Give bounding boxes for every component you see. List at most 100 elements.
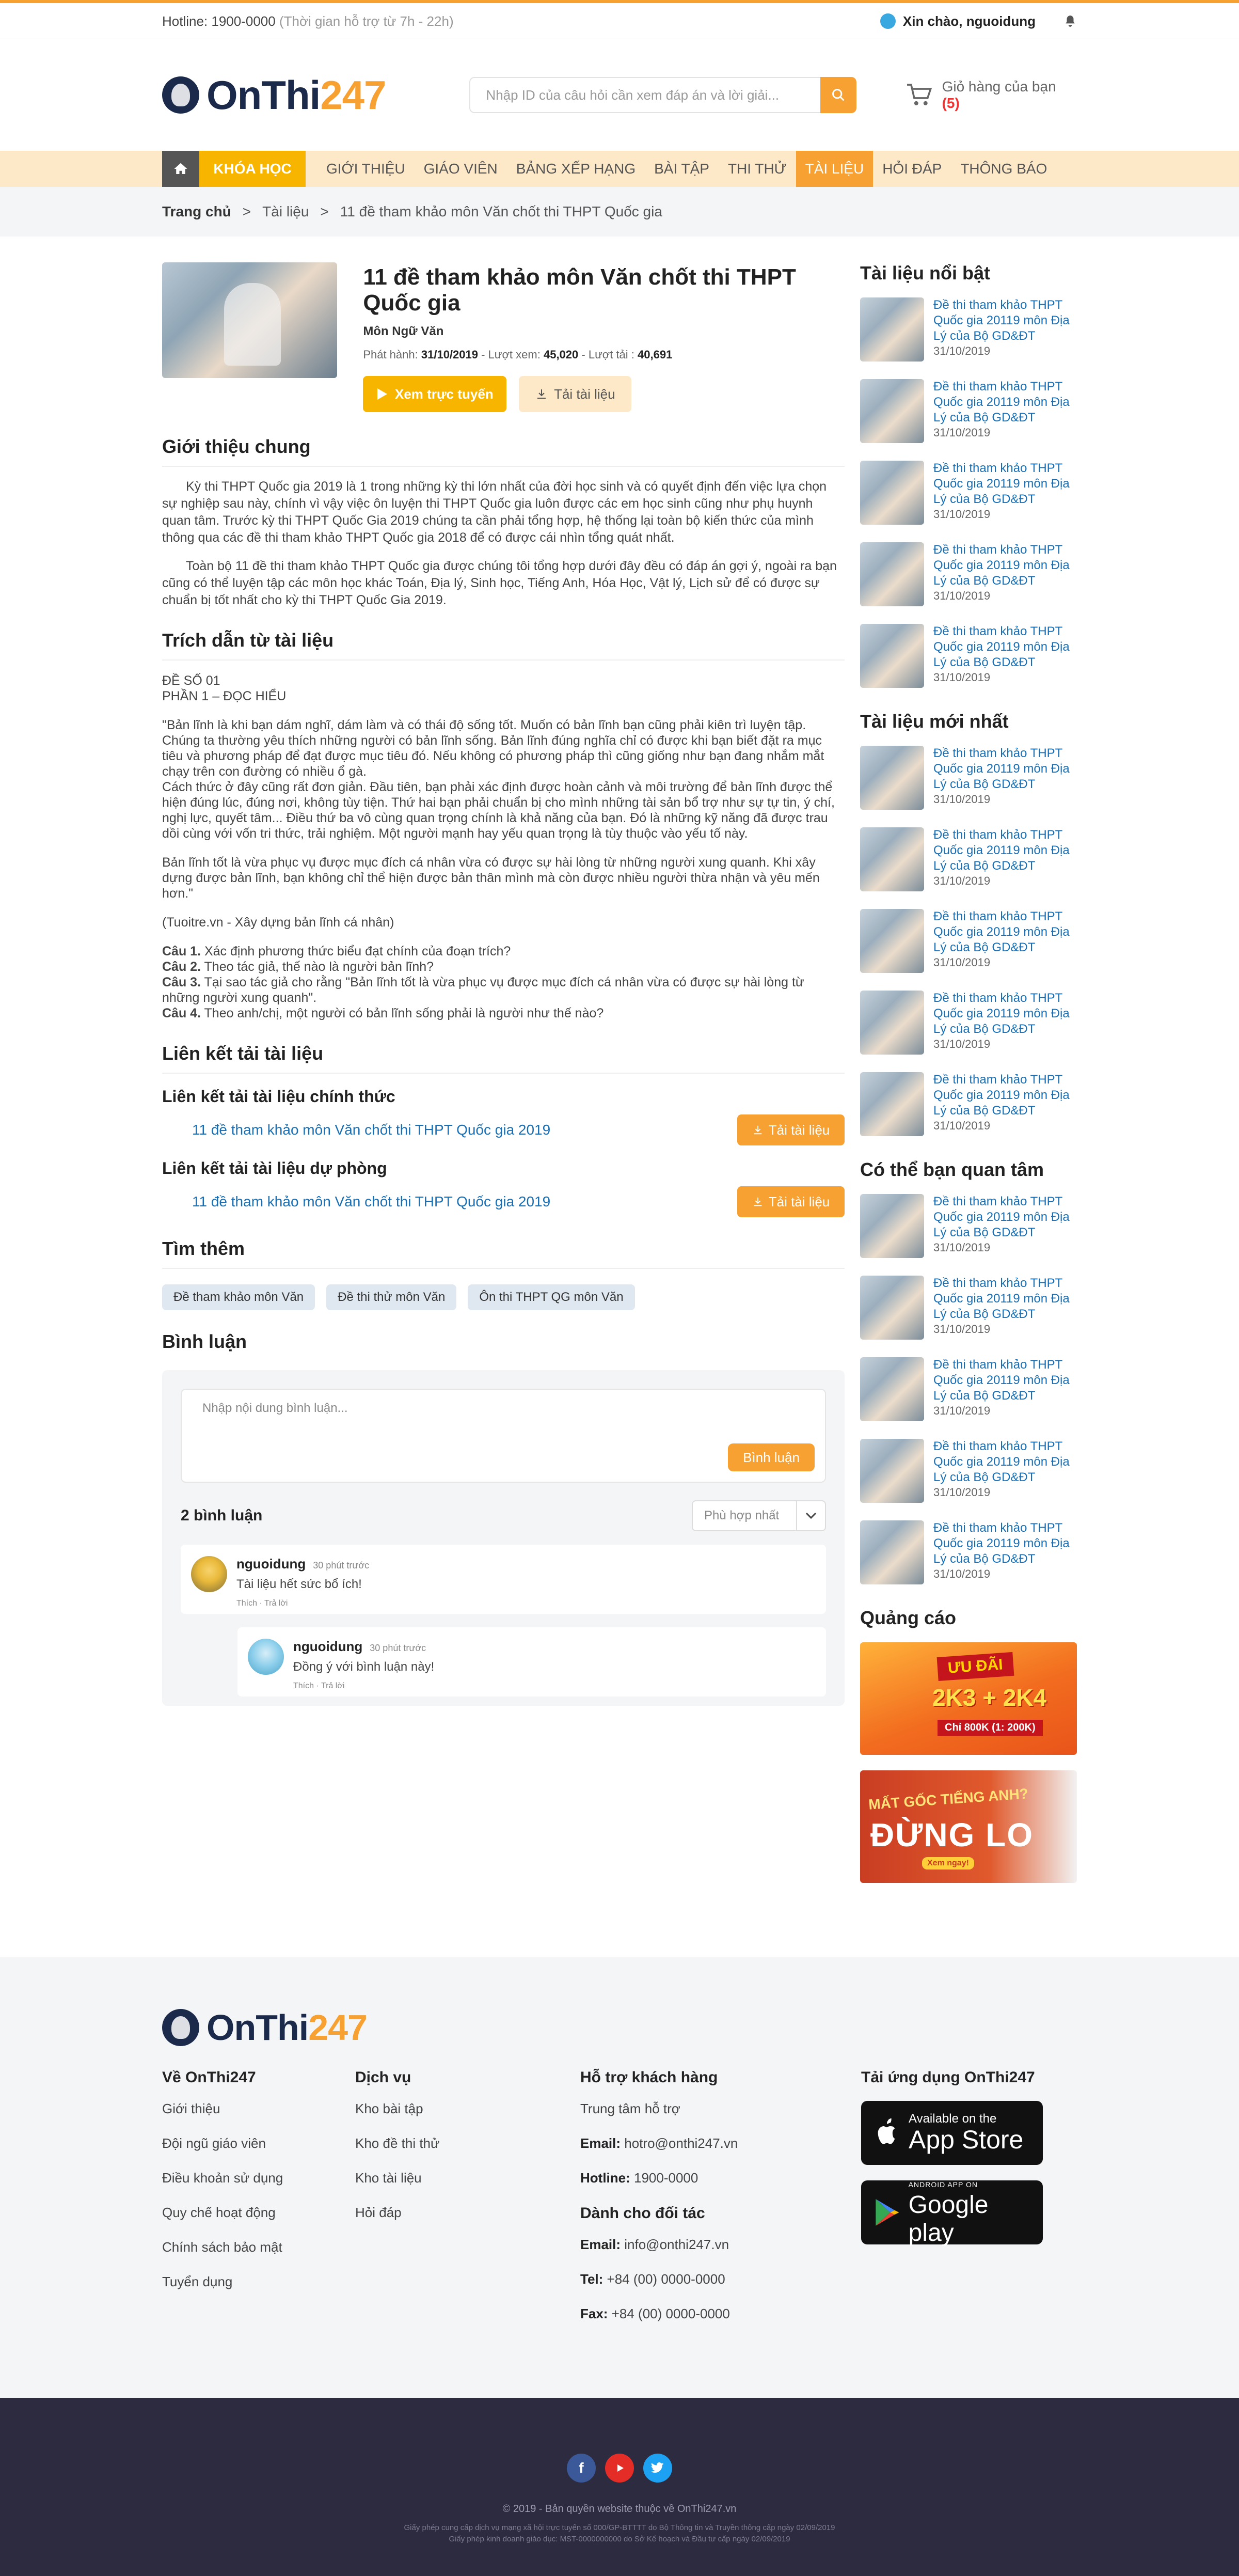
reply-link[interactable]: Trả lời	[321, 1682, 344, 1690]
comment-author[interactable]: nguoidung	[236, 1556, 306, 1572]
nav-item-documents[interactable]: TÀI LIỆU	[796, 151, 873, 187]
footer-link[interactable]: Kho tài liệu	[355, 2170, 580, 2186]
sidebar-doc-title[interactable]: Đề thi tham khảo THPT Quốc gia 20119 môn…	[933, 1439, 1070, 1484]
apple-icon	[878, 2118, 895, 2144]
twitter-icon[interactable]	[643, 2454, 672, 2483]
footer-link[interactable]: Hỏi đáp	[355, 2205, 580, 2221]
footer-link[interactable]: Giới thiệu	[162, 2101, 355, 2117]
tag[interactable]: Đề tham khảo môn Văn	[162, 1284, 315, 1310]
footer-link[interactable]: Quy chế hoạt động	[162, 2205, 355, 2221]
sidebar-doc-item[interactable]: Đề thi tham khảo THPT Quốc gia 20119 môn…	[860, 461, 1077, 526]
sidebar-doc-title[interactable]: Đề thi tham khảo THPT Quốc gia 20119 môn…	[933, 746, 1070, 791]
tag[interactable]: Ôn thi THPT QG môn Văn	[468, 1284, 635, 1310]
views-count: 45,020	[543, 348, 579, 361]
footer-link[interactable]: Đội ngũ giáo viên	[162, 2135, 355, 2151]
sidebar-doc-title[interactable]: Đề thi tham khảo THPT Quốc gia 20119 môn…	[933, 461, 1070, 506]
sidebar-doc-title[interactable]: Đề thi tham khảo THPT Quốc gia 20119 môn…	[933, 1358, 1070, 1403]
view-online-button[interactable]: Xem trực tuyến	[363, 376, 507, 412]
sidebar-doc-thumbnail	[860, 827, 924, 891]
nav-item-intro[interactable]: GIỚI THIỆU	[317, 151, 415, 187]
footer-about: Về OnThi247 Giới thiệu Đội ngũ giáo viên…	[162, 2069, 355, 2341]
footer-logo[interactable]: OnThi247	[162, 2007, 1077, 2048]
sidebar-doc-title[interactable]: Đề thi tham khảo THPT Quốc gia 20119 môn…	[933, 298, 1070, 343]
sidebar-doc-title[interactable]: Đề thi tham khảo THPT Quốc gia 20119 môn…	[933, 380, 1070, 425]
sidebar-doc-title[interactable]: Đề thi tham khảo THPT Quốc gia 20119 môn…	[933, 909, 1070, 954]
sidebar-doc-title[interactable]: Đề thi tham khảo THPT Quốc gia 20119 môn…	[933, 1073, 1070, 1118]
comment-author[interactable]: nguoidung	[293, 1639, 362, 1654]
sidebar-doc-item[interactable]: Đề thi tham khảo THPT Quốc gia 20119 môn…	[860, 1194, 1077, 1259]
partner-email[interactable]: info@onthi247.vn	[624, 2237, 729, 2252]
sidebar-doc-item[interactable]: Đề thi tham khảo THPT Quốc gia 20119 môn…	[860, 1520, 1077, 1585]
sort-select[interactable]: Phù hợp nhất	[692, 1500, 826, 1531]
hotline-label: Hotline:	[580, 2170, 630, 2186]
breadcrumb-section[interactable]: Tài liệu	[262, 203, 309, 220]
license-text: Giấy phép cung cấp dịch vụ mạng xã hội t…	[404, 2523, 835, 2532]
user-greeting[interactable]: Xin chào, nguoidung	[880, 13, 1077, 29]
reply-link[interactable]: Trả lời	[264, 1599, 288, 1608]
partner-tel[interactable]: +84 (00) 0000-0000	[607, 2271, 725, 2287]
sidebar-doc-item[interactable]: Đề thi tham khảo THPT Quốc gia 20119 môn…	[860, 379, 1077, 444]
nav-item-ranking[interactable]: BẢNG XẾP HẠNG	[507, 151, 645, 187]
like-link[interactable]: Thích	[236, 1599, 257, 1608]
site-logo[interactable]: OnThi247	[162, 72, 386, 119]
comment-input[interactable]: Nhập nội dung bình luận... Bình luận	[181, 1389, 826, 1483]
sidebar-doc-item[interactable]: Đề thi tham khảo THPT Quốc gia 20119 môn…	[860, 1439, 1077, 1504]
search-button[interactable]	[820, 77, 856, 113]
download-label: Tải tài liệu	[554, 386, 615, 402]
official-download-link[interactable]: 11 đề tham khảo môn Văn chốt thi THPT Qu…	[192, 1122, 550, 1138]
sidebar-doc-title[interactable]: Đề thi tham khảo THPT Quốc gia 20119 môn…	[933, 624, 1070, 669]
sidebar-doc-item[interactable]: Đề thi tham khảo THPT Quốc gia 20119 môn…	[860, 909, 1077, 974]
nav-courses[interactable]: KHÓA HỌC	[199, 151, 306, 187]
promo-banner[interactable]: ƯU ĐÃI 2K3 + 2K4 Chỉ 800K (1: 200K)	[860, 1642, 1077, 1755]
app-store-button[interactable]: Available on the App Store	[861, 2101, 1043, 2165]
backup-download-link[interactable]: 11 đề tham khảo môn Văn chốt thi THPT Qu…	[192, 1193, 550, 1210]
footer-link[interactable]: Trung tâm hỗ trợ	[580, 2101, 861, 2117]
google-play-button[interactable]: ANDROID APP ON Google play	[861, 2180, 1043, 2247]
footer-link[interactable]: Kho đề thi thử	[355, 2135, 580, 2151]
nav-item-teachers[interactable]: GIÁO VIÊN	[415, 151, 507, 187]
submit-comment-button[interactable]: Bình luận	[728, 1443, 815, 1471]
sidebar-doc-title[interactable]: Đề thi tham khảo THPT Quốc gia 20119 môn…	[933, 828, 1070, 873]
footer-link[interactable]: Chính sách bảo mật	[162, 2239, 355, 2255]
search-input[interactable]	[469, 77, 820, 113]
sidebar-doc-item[interactable]: Đề thi tham khảo THPT Quốc gia 20119 môn…	[860, 991, 1077, 1056]
cart-link[interactable]: Giỏ hàng của bạn (5)	[906, 78, 1077, 112]
excerpt-paragraph: Cách thức ở đây cũng rất đơn giản. Đầu t…	[162, 780, 835, 841]
sidebar-doc-item[interactable]: Đề thi tham khảo THPT Quốc gia 20119 môn…	[860, 1357, 1077, 1422]
download-button[interactable]: Tải tài liệu	[519, 376, 632, 412]
footer-link[interactable]: Điều khoản sử dụng	[162, 2170, 355, 2186]
support-hotline[interactable]: 1900-0000	[634, 2170, 698, 2186]
social-links: f	[0, 2454, 1239, 2483]
english-course-banner[interactable]: MẤT GỐC TIẾNG ANH? ĐỪNG LO Xem ngay!	[860, 1770, 1077, 1883]
maybe-heading: Có thể bạn quan tâm	[860, 1159, 1044, 1180]
footer-link[interactable]: Kho bài tập	[355, 2101, 580, 2117]
sidebar-doc-title[interactable]: Đề thi tham khảo THPT Quốc gia 20119 môn…	[933, 1195, 1070, 1239]
youtube-icon[interactable]	[605, 2454, 634, 2483]
support-email[interactable]: hotro@onthi247.vn	[624, 2135, 738, 2151]
facebook-icon[interactable]: f	[567, 2454, 596, 2483]
nav-item-notifications[interactable]: THÔNG BÁO	[951, 151, 1056, 187]
nav-home-button[interactable]	[162, 151, 199, 187]
sidebar-doc-item[interactable]: Đề thi tham khảo THPT Quốc gia 20119 môn…	[860, 297, 1077, 363]
tag[interactable]: Đề thi thử môn Văn	[326, 1284, 457, 1310]
sidebar-doc-item[interactable]: Đề thi tham khảo THPT Quốc gia 20119 môn…	[860, 1276, 1077, 1341]
sidebar-doc-title[interactable]: Đề thi tham khảo THPT Quốc gia 20119 môn…	[933, 991, 1070, 1036]
sidebar-doc-item[interactable]: Đề thi tham khảo THPT Quốc gia 20119 môn…	[860, 1072, 1077, 1137]
sidebar-doc-title[interactable]: Đề thi tham khảo THPT Quốc gia 20119 môn…	[933, 1521, 1070, 1566]
nav-item-mock-tests[interactable]: THI THỬ	[719, 151, 796, 187]
nav-item-qa[interactable]: HỎI ĐÁP	[873, 151, 951, 187]
official-download-button[interactable]: Tải tài liệu	[737, 1114, 845, 1145]
bell-icon[interactable]	[1063, 14, 1077, 28]
sidebar-doc-item[interactable]: Đề thi tham khảo THPT Quốc gia 20119 môn…	[860, 624, 1077, 689]
sidebar-doc-item[interactable]: Đề thi tham khảo THPT Quốc gia 20119 môn…	[860, 827, 1077, 892]
sidebar-doc-title[interactable]: Đề thi tham khảo THPT Quốc gia 20119 môn…	[933, 1276, 1070, 1321]
sidebar-doc-item[interactable]: Đề thi tham khảo THPT Quốc gia 20119 môn…	[860, 542, 1077, 607]
nav-item-exercises[interactable]: BÀI TẬP	[645, 151, 719, 187]
breadcrumb-home[interactable]: Trang chủ	[162, 203, 231, 220]
sidebar-doc-item[interactable]: Đề thi tham khảo THPT Quốc gia 20119 môn…	[860, 746, 1077, 811]
download-label: Tải tài liệu	[768, 1122, 830, 1138]
like-link[interactable]: Thích	[293, 1682, 314, 1690]
backup-download-button[interactable]: Tải tài liệu	[737, 1186, 845, 1217]
footer-link[interactable]: Tuyển dụng	[162, 2274, 355, 2290]
sidebar-doc-title[interactable]: Đề thi tham khảo THPT Quốc gia 20119 môn…	[933, 543, 1070, 588]
